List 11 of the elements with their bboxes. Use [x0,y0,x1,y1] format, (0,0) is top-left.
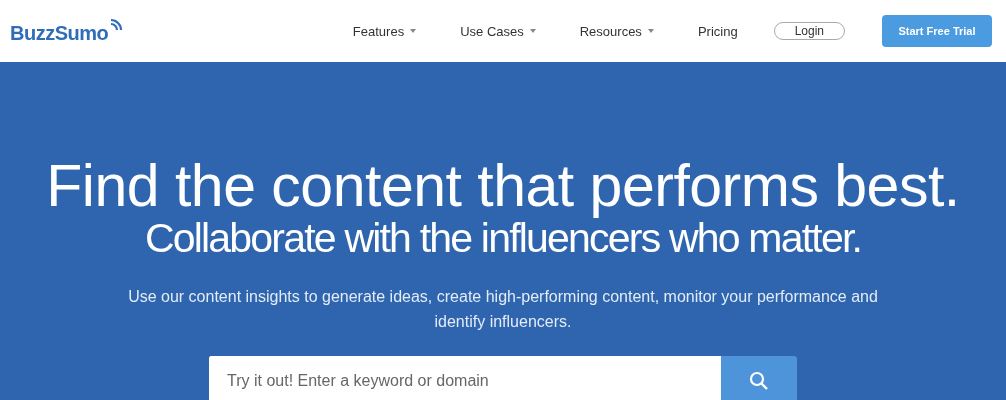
nav-link[interactable]: Features [330,23,439,39]
signal-icon [109,17,124,32]
hero-description: Use our content insights to generate ideas, create high-performing content, monitor your performance and identify influencers. [127,287,879,332]
hero-title: Find the content that performs best. [46,156,960,216]
nav-link[interactable]: Resources [557,23,676,39]
logo[interactable]: BuzzSumo [10,21,109,45]
login-button[interactable]: Login [773,22,845,40]
nav-link[interactable]: Use Cases [438,23,558,39]
nav-link[interactable]: Pricing [675,23,760,39]
search-button[interactable] [721,356,797,400]
search-icon [749,371,769,391]
